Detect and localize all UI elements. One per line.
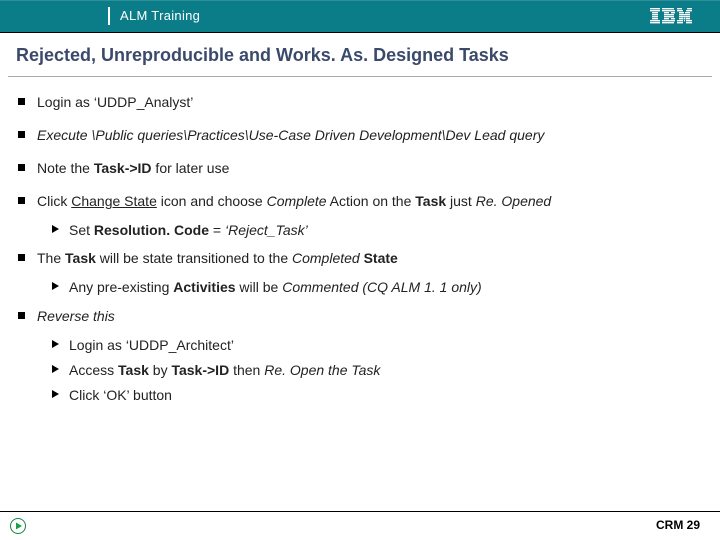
arrow-bullet-icon (52, 365, 59, 373)
slide-body: Login as ‘UDDP_Analyst’ Execute \Public q… (0, 77, 720, 407)
sub-bullet-item: Access Task by Task->ID then Re. Open th… (52, 357, 704, 382)
arrow-bullet-icon (52, 390, 59, 398)
sub-bullet-item: Login as ‘UDDP_Architect’ (52, 332, 704, 357)
square-bullet-icon (18, 164, 25, 171)
footer: CRM 29 (0, 511, 720, 540)
square-bullet-icon (18, 98, 25, 105)
bullet-item: Note the Task->ID for later use (16, 151, 704, 184)
ibm-logo-icon (650, 8, 692, 24)
slide-title: Rejected, Unreproducible and Works. As. … (0, 33, 720, 76)
square-bullet-icon (18, 254, 25, 261)
course-title: ALM Training (120, 0, 200, 32)
sub-bullet-text: Login as ‘UDDP_Architect’ (69, 336, 704, 355)
square-bullet-icon (18, 131, 25, 138)
bullet-text: Click Change State icon and choose Compl… (37, 192, 704, 211)
arrow-bullet-icon (52, 225, 59, 233)
bullet-text: Login as ‘UDDP_Analyst’ (37, 93, 704, 112)
page-number: CRM 29 (656, 518, 700, 532)
sub-bullet-text: Any pre-existing Activities will be Comm… (69, 278, 704, 297)
sub-bullet-text: Access Task by Task->ID then Re. Open th… (69, 361, 704, 380)
bullet-item: Reverse this (16, 299, 704, 332)
bullet-text: Execute \Public queries\Practices\Use-Ca… (37, 126, 704, 145)
square-bullet-icon (18, 312, 25, 319)
arrow-bullet-icon (52, 282, 59, 290)
bullet-item: Click Change State icon and choose Compl… (16, 184, 704, 217)
sub-bullet-item: Any pre-existing Activities will be Comm… (52, 274, 704, 299)
play-badge-icon (10, 518, 26, 539)
bullet-text: The Task will be state transitioned to t… (37, 249, 704, 268)
arrow-bullet-icon (52, 340, 59, 348)
bullet-text: Note the Task->ID for later use (37, 159, 704, 178)
bullet-item: Execute \Public queries\Practices\Use-Ca… (16, 118, 704, 151)
bullet-item: The Task will be state transitioned to t… (16, 241, 704, 274)
sub-bullet-text: Click ‘OK’ button (69, 386, 704, 405)
bullet-text: Reverse this (37, 307, 704, 326)
header-separator (108, 7, 110, 25)
sub-bullet-item: Set Resolution. Code = ‘Reject_Task’ (52, 217, 704, 242)
sub-bullet-text: Set Resolution. Code = ‘Reject_Task’ (69, 221, 704, 240)
header-band: ALM Training (0, 0, 720, 32)
bullet-item: Login as ‘UDDP_Analyst’ (16, 85, 704, 118)
square-bullet-icon (18, 197, 25, 204)
sub-bullet-item: Click ‘OK’ button (52, 382, 704, 407)
header-highlight (0, 0, 720, 1)
